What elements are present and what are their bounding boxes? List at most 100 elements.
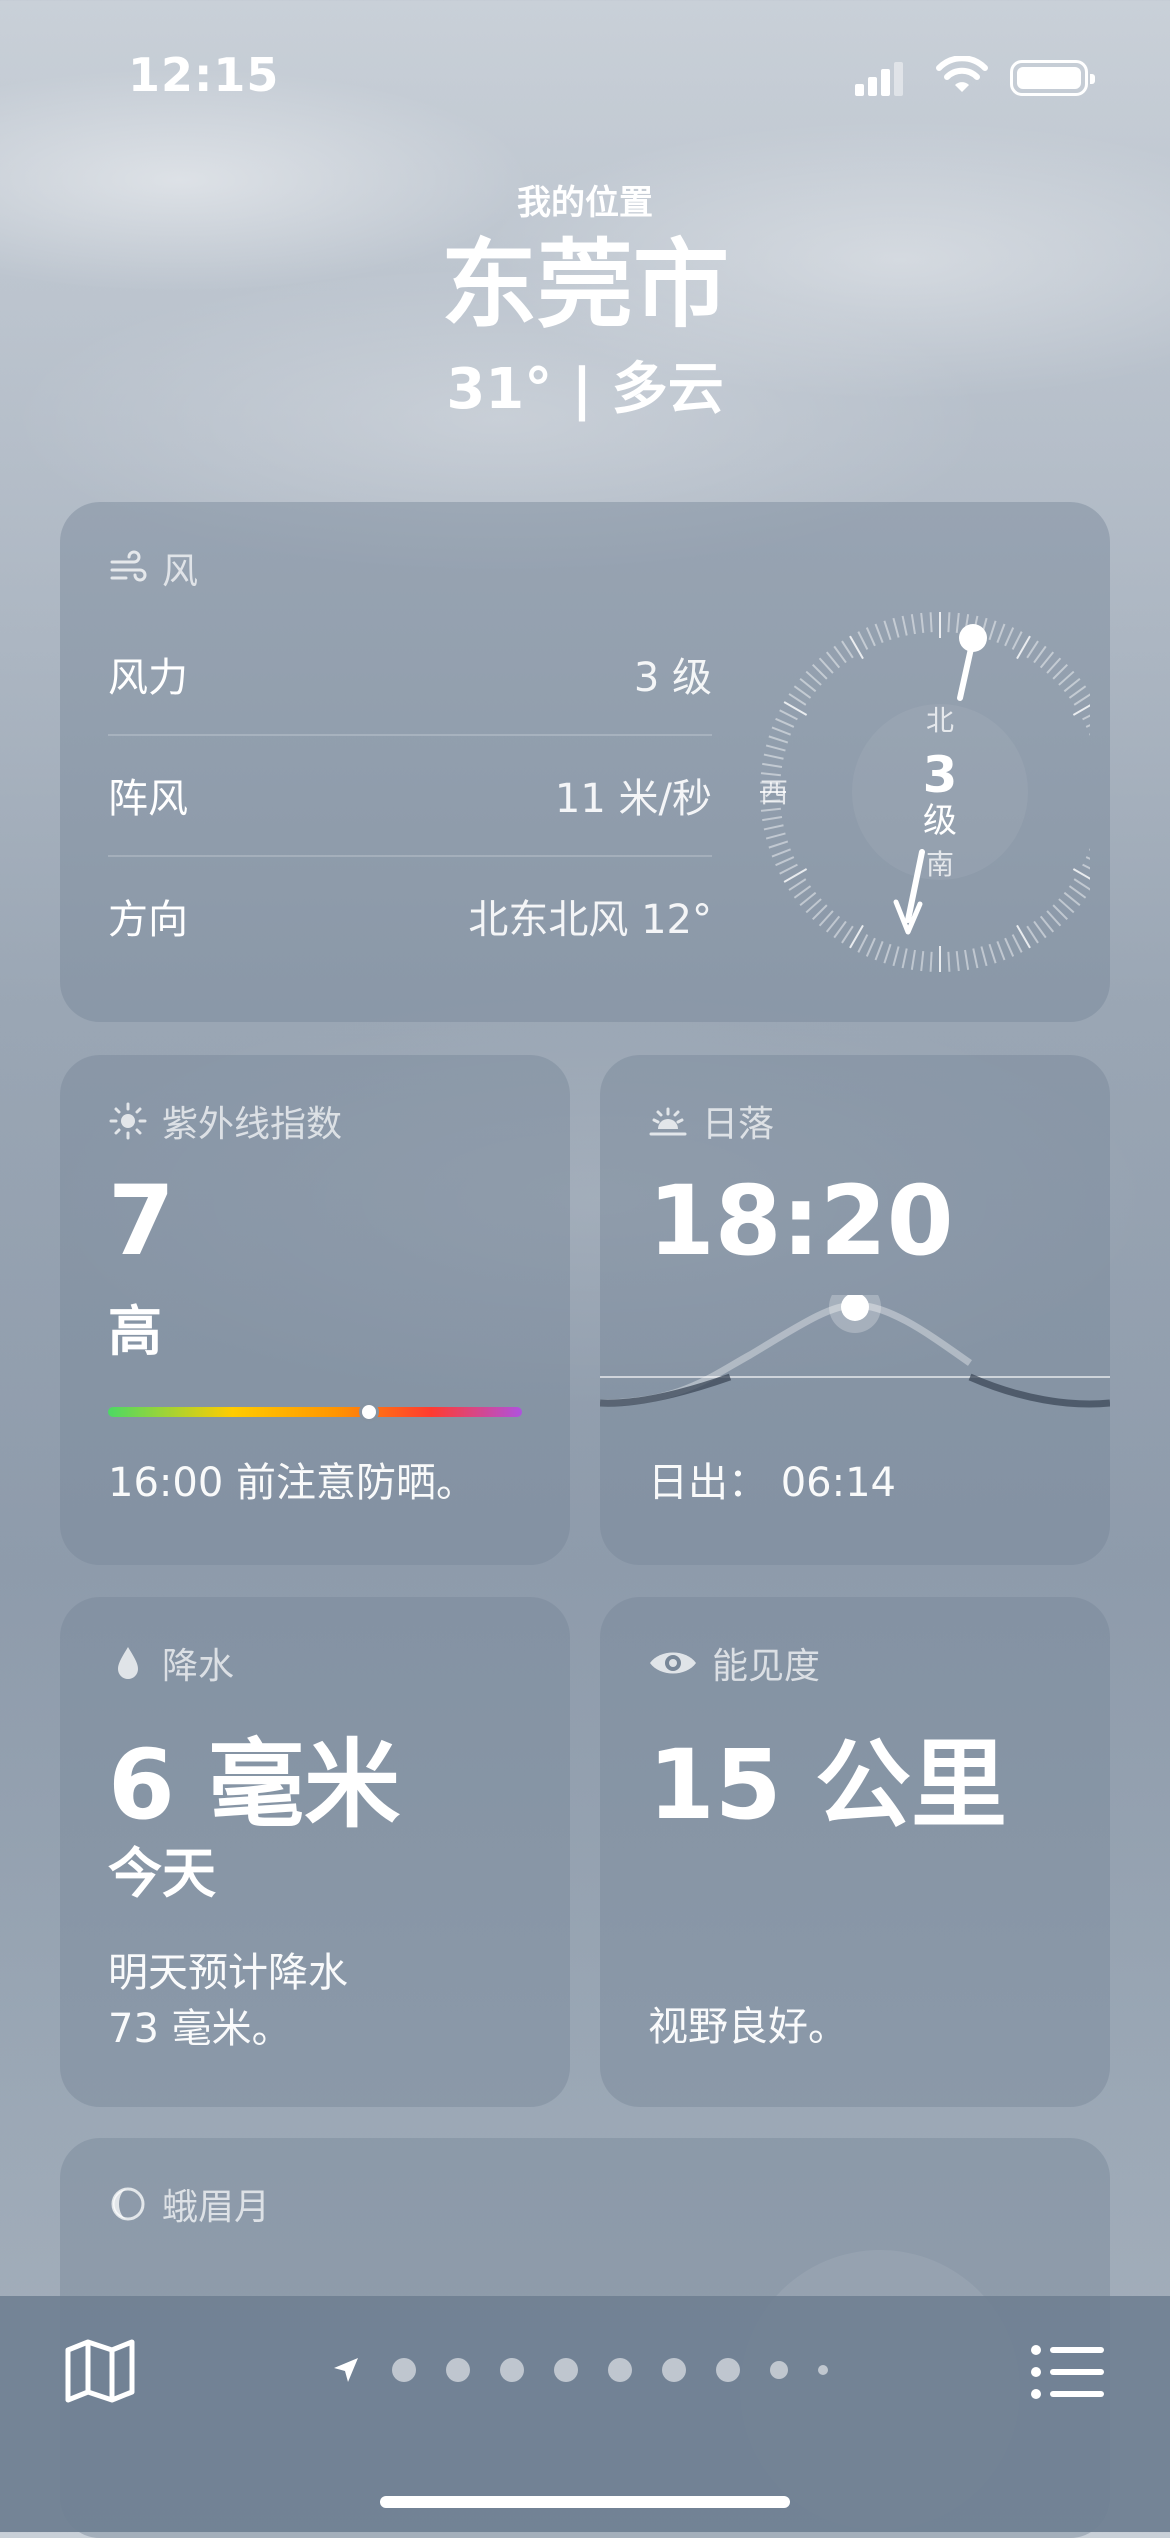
compass-tick (1046, 910, 1062, 927)
page-dot[interactable] (716, 2358, 740, 2382)
sunset-time: 18:20 (648, 1165, 954, 1277)
compass-tick (775, 856, 795, 867)
compass-tick (1058, 898, 1075, 914)
wind-compass: 北 南 东 西 3 级 (760, 612, 1090, 972)
wind-direction-needle (957, 641, 975, 701)
uv-card-title: 紫外线指数 (108, 1095, 342, 1147)
wind-row-force: 风力 3 级 (108, 614, 712, 734)
compass-tick (883, 943, 892, 964)
wind-card-title: 风 (108, 542, 198, 594)
compass-tick (988, 620, 997, 641)
page-dot[interactable] (662, 2358, 686, 2382)
temperature-condition: 31° | 多云 (446, 357, 724, 422)
compass-tick (763, 753, 784, 760)
compass-center-unit: 级 (923, 801, 957, 841)
eye-icon (650, 1652, 696, 1674)
page-dot[interactable] (554, 2358, 578, 2382)
compass-tick (812, 904, 828, 920)
compass-tick (805, 670, 822, 686)
wifi-icon (936, 56, 988, 92)
compass-tick (874, 623, 884, 643)
compass-tick (779, 709, 798, 721)
wind-icon (110, 550, 147, 582)
visibility-value: 15 公里 (648, 1729, 1008, 1841)
sunset-card-title: 日落 (648, 1095, 774, 1147)
compass-tick (1058, 670, 1075, 686)
compass-tick (1085, 724, 1090, 728)
visibility-note: 视野良好。 (648, 2004, 848, 2050)
wind-row-direction: 方向 北东北风 12° (108, 856, 712, 976)
compass-tick (765, 744, 786, 752)
page-dot[interactable] (392, 2358, 416, 2382)
page-dot[interactable] (500, 2358, 524, 2382)
wind-gust-value: 11 米/秒 (554, 776, 712, 822)
compass-tick (760, 772, 781, 777)
compass-tick (841, 640, 854, 659)
compass-tick (892, 946, 900, 967)
precipitation-note: 明天预计降水 73 毫米。 (108, 1950, 348, 2052)
compass-tick (1011, 934, 1023, 953)
compass-tick (768, 840, 789, 849)
compass-tick (788, 878, 807, 891)
compass-tick (929, 612, 933, 633)
visibility-card[interactable]: 能见度 15 公里 视野良好。 (600, 1597, 1110, 2107)
current-location-icon[interactable] (330, 2354, 362, 2386)
compass-tick (865, 627, 876, 647)
compass-tick (964, 949, 970, 970)
precipitation-card[interactable]: 降水 6 毫米 今天 明天预计降水 73 毫米。 (60, 1597, 570, 2107)
compass-tick (955, 951, 960, 972)
wind-direction-knob (959, 624, 987, 652)
compass-tick (1052, 904, 1068, 920)
compass-tick (1063, 677, 1081, 693)
wind-force-label: 风力 (108, 655, 188, 701)
raindrop-icon (118, 1647, 138, 1679)
compass-tick (1033, 645, 1047, 664)
page-dot[interactable] (608, 2358, 632, 2382)
compass-north-label: 北 (926, 704, 954, 737)
compass-tick (760, 807, 781, 812)
page-indicator[interactable] (330, 2354, 828, 2386)
my-location-label: 我的位置 (517, 183, 653, 223)
list-icon[interactable] (1030, 2342, 1106, 2402)
compass-tick (1073, 693, 1090, 706)
compass-tick (980, 946, 988, 967)
sunset-card[interactable]: 日落 18:20 日出： 06:14 (600, 1055, 1110, 1565)
compass-tick (1068, 685, 1087, 699)
bottom-toolbar (0, 2296, 1170, 2532)
compass-tick (818, 657, 834, 674)
wind-gust-label: 阵风 (108, 776, 188, 822)
map-icon[interactable] (62, 2336, 138, 2406)
compass-tick (901, 615, 908, 636)
compass-tick (1004, 627, 1015, 647)
status-time: 12:15 (128, 48, 280, 102)
compass-tick (920, 951, 925, 972)
compass-tick (762, 762, 783, 768)
compass-tick (1068, 885, 1087, 899)
compass-tick (929, 951, 933, 972)
compass-tick (972, 948, 979, 969)
compass-tick (805, 898, 822, 914)
compass-tick (771, 726, 791, 736)
compass-tick (865, 937, 876, 957)
visibility-card-title: 能见度 (648, 1637, 820, 1689)
compass-tick (1089, 733, 1090, 736)
sunrise-time: 日出： 06:14 (648, 1460, 896, 1506)
compass-tick (793, 885, 812, 899)
page-dot[interactable] (818, 2365, 828, 2375)
sunset-icon (649, 1107, 687, 1136)
compass-tick (857, 934, 869, 953)
compass-tick (1082, 714, 1090, 721)
compass-tick (775, 717, 795, 728)
compass-tick (910, 949, 916, 970)
moon-card-title: 蛾眉月 (108, 2178, 270, 2230)
wind-card[interactable]: 风 风力 3 级 阵风 11 米/秒 方向 北东北风 12° 北 南 东 西 3… (60, 502, 1110, 1022)
compass-tick (988, 943, 997, 964)
compass-tick (947, 951, 951, 972)
page-dot[interactable] (770, 2361, 788, 2379)
compass-south-label: 南 (926, 848, 954, 881)
page-dot[interactable] (446, 2358, 470, 2382)
compass-tick (874, 941, 884, 961)
compass-tick (1011, 631, 1023, 650)
compass-tick (1089, 848, 1090, 851)
uv-index-card[interactable]: 紫外线指数 7 高 16:00 前注意防晒。 (60, 1055, 570, 1565)
